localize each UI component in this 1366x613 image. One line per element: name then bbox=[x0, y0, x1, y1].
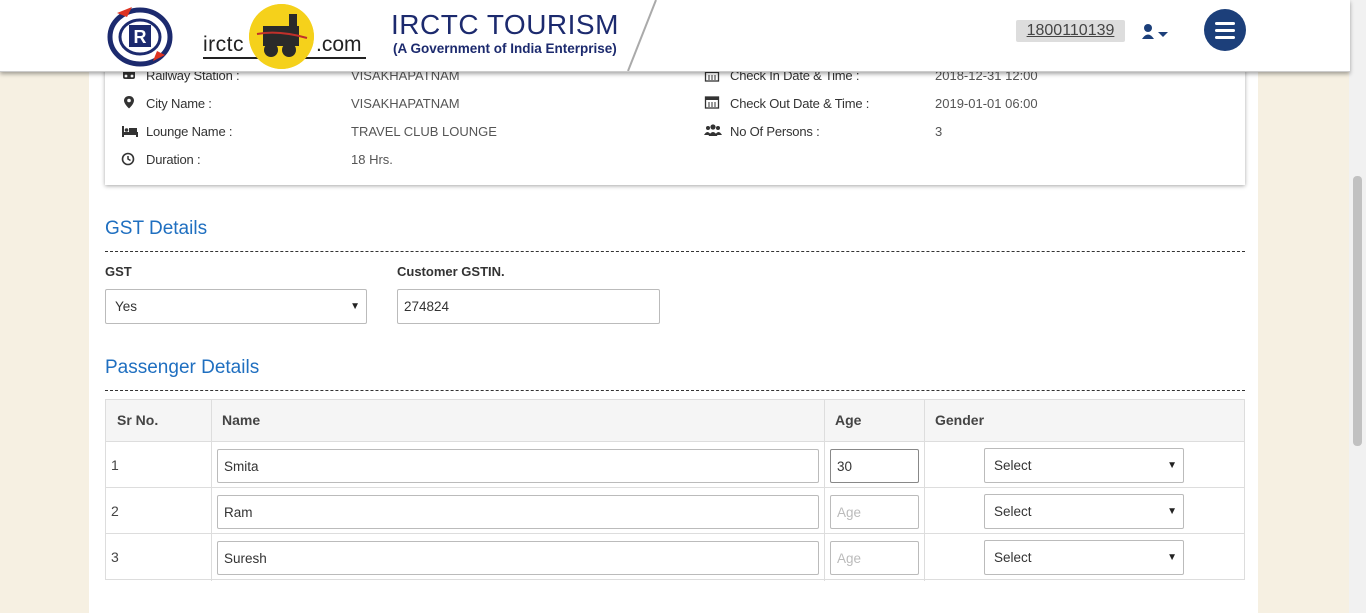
dropdown-arrow-icon: ▼ bbox=[350, 301, 360, 312]
map-marker-icon bbox=[124, 96, 134, 109]
row-sr-no: 3 bbox=[111, 549, 119, 565]
passenger-section-title: Passenger Details bbox=[105, 357, 260, 378]
passenger-age-input[interactable]: 30 bbox=[830, 449, 919, 483]
lounge-name-value: TRAVEL CLUB LOUNGE bbox=[351, 124, 497, 139]
scrollbar-thumb[interactable] bbox=[1353, 176, 1362, 446]
hamburger-bar bbox=[1215, 22, 1235, 25]
persons-value: 3 bbox=[935, 124, 943, 139]
dropdown-arrow-icon: ▼ bbox=[1167, 506, 1177, 517]
hamburger-menu-button[interactable] bbox=[1204, 9, 1246, 51]
duration-label: Duration : bbox=[146, 152, 201, 167]
persons-label: No Of Persons : bbox=[730, 124, 820, 139]
column-divider bbox=[824, 399, 825, 581]
calendar-icon bbox=[704, 96, 720, 109]
gstin-label: Customer GSTIN. bbox=[397, 264, 505, 279]
header-slant-divider bbox=[627, 0, 657, 71]
section-divider bbox=[105, 390, 1245, 391]
page-scrollbar[interactable] bbox=[1349, 0, 1366, 613]
dropdown-arrow-icon: ▼ bbox=[1167, 460, 1177, 471]
user-dropdown-icon[interactable] bbox=[1141, 22, 1171, 42]
passenger-name-input[interactable]: Smita bbox=[217, 449, 819, 483]
passenger-age-input[interactable]: Age bbox=[830, 495, 919, 529]
checkout-label: Check Out Date & Time : bbox=[730, 96, 870, 111]
name-header: Name bbox=[222, 412, 261, 428]
city-name-label: City Name : bbox=[146, 96, 212, 111]
passenger-gender-select[interactable]: Select ▼ bbox=[984, 540, 1184, 575]
section-divider bbox=[105, 251, 1245, 252]
passenger-gender-select[interactable]: Select ▼ bbox=[984, 448, 1184, 483]
sr-no-header: Sr No. bbox=[117, 412, 159, 428]
gst-select-value: Yes bbox=[115, 299, 138, 314]
site-title: IRCTC TOURISM bbox=[391, 9, 619, 40]
hamburger-bar bbox=[1215, 36, 1235, 39]
row-sr-no: 2 bbox=[111, 503, 119, 519]
gst-select[interactable]: Yes ▼ bbox=[105, 289, 367, 324]
row-sr-no: 1 bbox=[111, 457, 119, 473]
site-subtitle: (A Government of India Enterprise) bbox=[393, 41, 617, 56]
brand-irctc-text[interactable]: irctc bbox=[203, 33, 244, 57]
column-divider bbox=[924, 399, 925, 581]
passenger-name-input[interactable]: Ram bbox=[217, 495, 819, 529]
passenger-table-header bbox=[105, 399, 1245, 442]
column-divider bbox=[211, 399, 212, 581]
dropdown-arrow-icon: ▼ bbox=[1167, 552, 1177, 563]
brand-com-text[interactable]: .com bbox=[316, 33, 362, 57]
users-icon bbox=[704, 124, 722, 136]
passenger-age-input[interactable]: Age bbox=[830, 541, 919, 575]
gender-select-value: Select bbox=[994, 458, 1032, 473]
steam-engine-logo-icon bbox=[249, 4, 314, 69]
age-header: Age bbox=[835, 412, 862, 428]
passenger-gender-select[interactable]: Select ▼ bbox=[984, 494, 1184, 529]
gender-select-value: Select bbox=[994, 550, 1032, 565]
clock-icon bbox=[121, 152, 135, 166]
gender-header: Gender bbox=[935, 412, 985, 428]
gender-select-value: Select bbox=[994, 504, 1032, 519]
gst-label: GST bbox=[105, 264, 132, 279]
checkout-value: 2019-01-01 06:00 bbox=[935, 96, 1038, 111]
site-header: R irctc .com IRCTC TOURISM (A Government… bbox=[0, 0, 1350, 72]
gst-section-title: GST Details bbox=[105, 218, 208, 239]
duration-value: 18 Hrs. bbox=[351, 152, 393, 167]
irctc-logo-icon[interactable]: R bbox=[107, 3, 173, 67]
lounge-summary-card bbox=[105, 62, 1245, 185]
svg-text:R: R bbox=[134, 27, 147, 47]
passenger-name-input[interactable]: Suresh bbox=[217, 541, 819, 575]
lounge-name-label: Lounge Name : bbox=[146, 124, 233, 139]
hamburger-bar bbox=[1215, 29, 1235, 32]
city-name-value: VISAKHAPATNAM bbox=[351, 96, 460, 111]
bed-icon bbox=[122, 126, 138, 137]
helpline-number-link[interactable]: 1800110139 bbox=[1016, 20, 1125, 42]
gstin-input[interactable]: 274824 bbox=[397, 289, 660, 324]
